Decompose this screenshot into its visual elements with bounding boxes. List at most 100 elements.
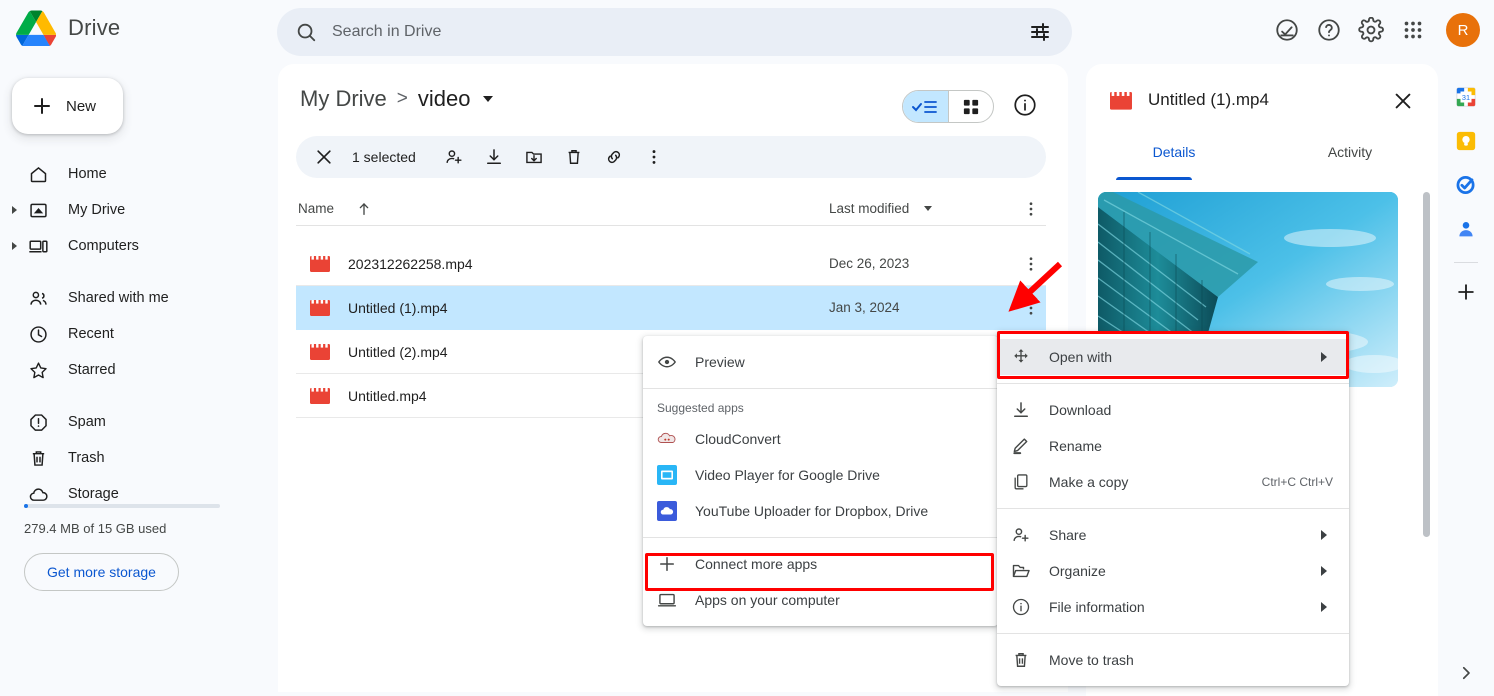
menu-item-move-to-trash[interactable]: Move to trash bbox=[997, 642, 1349, 678]
details-header: Untitled (1).mp4 bbox=[1086, 64, 1438, 138]
sidebar-nav: Home My Drive Computers Shared with me R… bbox=[0, 156, 248, 512]
google-contacts-icon[interactable] bbox=[1455, 218, 1477, 240]
add-addon-icon[interactable] bbox=[1455, 281, 1477, 303]
menu-item-organize[interactable]: Organize bbox=[997, 553, 1349, 589]
column-header-name[interactable]: Name bbox=[298, 201, 334, 216]
menu-item-label: Rename bbox=[1049, 438, 1102, 454]
menu-item-shortcut: Ctrl+C Ctrl+V bbox=[1261, 475, 1333, 489]
menu-item-preview[interactable]: Preview bbox=[643, 344, 998, 380]
link-icon[interactable] bbox=[596, 139, 632, 175]
sidebar-item-starred[interactable]: Starred bbox=[0, 352, 248, 388]
menu-item-label: Download bbox=[1049, 402, 1112, 418]
storage-progress-bar bbox=[24, 504, 220, 508]
menu-divider bbox=[997, 508, 1349, 509]
table-row[interactable]: Untitled (1).mp4 Jan 3, 2024 bbox=[296, 286, 1046, 330]
clock-icon bbox=[28, 324, 49, 345]
download-icon bbox=[1011, 400, 1031, 420]
sidebar: New Home My Drive Computers Shared with … bbox=[0, 64, 256, 696]
file-name: 202312262258.mp4 bbox=[348, 255, 473, 272]
new-button-label: New bbox=[66, 97, 97, 115]
tab-details[interactable]: Details bbox=[1086, 138, 1262, 180]
menu-item-make-a-copy[interactable]: Make a copy Ctrl+C Ctrl+V bbox=[997, 464, 1349, 500]
gear-icon[interactable] bbox=[1358, 16, 1384, 43]
row-more-vert-icon[interactable] bbox=[1022, 299, 1040, 317]
menu-item-label: Apps on your computer bbox=[695, 592, 840, 608]
search-bar[interactable] bbox=[277, 8, 1072, 56]
sidebar-item-shared-with-me[interactable]: Shared with me bbox=[0, 280, 248, 316]
sidebar-item-spam[interactable]: Spam bbox=[0, 404, 248, 440]
google-calendar-icon[interactable]: 31 bbox=[1455, 86, 1477, 108]
brand[interactable]: Drive bbox=[16, 10, 120, 47]
table-row[interactable]: 202312262258.mp4 Dec 26, 2023 bbox=[296, 242, 1046, 286]
menu-item-youtube-uploader[interactable]: YouTube Uploader for Dropbox, Drive bbox=[643, 493, 998, 529]
get-more-storage-button[interactable]: Get more storage bbox=[24, 553, 179, 591]
list-view-button[interactable] bbox=[903, 91, 948, 122]
row-more-vert-icon[interactable] bbox=[1022, 255, 1040, 273]
google-keep-icon[interactable] bbox=[1455, 130, 1477, 152]
clear-selection-icon[interactable] bbox=[306, 139, 342, 175]
sidebar-item-my-drive[interactable]: My Drive bbox=[0, 192, 248, 228]
column-header-last-modified[interactable]: Last modified bbox=[829, 201, 909, 216]
eye-icon bbox=[657, 352, 677, 372]
video-player-icon bbox=[657, 465, 677, 485]
trash-icon[interactable] bbox=[556, 139, 592, 175]
sidebar-item-label: Spam bbox=[68, 414, 106, 430]
info-icon[interactable] bbox=[1012, 92, 1038, 118]
menu-item-rename[interactable]: Rename bbox=[997, 428, 1349, 464]
breadcrumb-my-drive[interactable]: My Drive bbox=[300, 86, 387, 112]
rename-icon bbox=[1011, 436, 1031, 456]
expand-side-panel-icon[interactable] bbox=[1457, 664, 1475, 682]
new-button[interactable]: New bbox=[12, 78, 123, 134]
menu-item-share[interactable]: Share bbox=[997, 517, 1349, 553]
avatar[interactable]: R bbox=[1446, 13, 1480, 47]
menu-item-connect-more-apps[interactable]: Connect more apps bbox=[643, 546, 998, 582]
drive-icon bbox=[28, 200, 49, 221]
storage-section: 279.4 MB of 15 GB used Get more storage bbox=[24, 504, 234, 591]
chevron-right-icon[interactable] bbox=[12, 242, 17, 250]
sidebar-item-recent[interactable]: Recent bbox=[0, 316, 248, 352]
details-tabs: Details Activity bbox=[1086, 138, 1438, 180]
menu-item-video-player[interactable]: Video Player for Google Drive bbox=[643, 457, 998, 493]
details-scrollbar[interactable] bbox=[1423, 192, 1430, 537]
menu-item-apps-on-your-computer[interactable]: Apps on your computer bbox=[643, 582, 998, 618]
sidebar-item-label: Home bbox=[68, 166, 107, 182]
sidebar-item-computers[interactable]: Computers bbox=[0, 228, 248, 264]
menu-item-open-with[interactable]: Open with bbox=[997, 339, 1349, 375]
top-bar-actions: R bbox=[1274, 13, 1480, 47]
chevron-right-icon[interactable] bbox=[12, 206, 17, 214]
menu-item-file-information[interactable]: File information bbox=[997, 589, 1349, 625]
column-options-icon[interactable] bbox=[1022, 200, 1040, 218]
google-drive-logo bbox=[16, 10, 57, 47]
share-icon[interactable] bbox=[436, 139, 472, 175]
move-to-folder-icon[interactable] bbox=[516, 139, 552, 175]
menu-item-cloudconvert[interactable]: CloudConvert bbox=[643, 421, 998, 457]
chevron-down-icon[interactable] bbox=[483, 96, 494, 102]
trash-icon bbox=[1011, 650, 1031, 670]
sidebar-item-trash[interactable]: Trash bbox=[0, 440, 248, 476]
google-tasks-icon[interactable] bbox=[1455, 174, 1477, 196]
help-icon[interactable] bbox=[1316, 17, 1342, 43]
sidebar-item-home[interactable]: Home bbox=[0, 156, 248, 192]
sidebar-item-label: Computers bbox=[68, 238, 139, 254]
activity-status-icon[interactable] bbox=[1274, 17, 1300, 43]
tab-activity[interactable]: Activity bbox=[1262, 138, 1438, 180]
chevron-down-icon[interactable] bbox=[924, 206, 932, 211]
open-with-submenu: Preview Suggested apps CloudConvert Vide… bbox=[643, 336, 998, 626]
more-vert-icon[interactable] bbox=[636, 139, 672, 175]
close-icon[interactable] bbox=[1392, 90, 1414, 112]
apps-grid-icon[interactable] bbox=[1400, 17, 1426, 43]
menu-item-label: Video Player for Google Drive bbox=[695, 467, 880, 483]
open-with-icon bbox=[1011, 347, 1031, 367]
sort-arrow-up-icon[interactable] bbox=[356, 201, 372, 217]
grid-view-button[interactable] bbox=[947, 91, 994, 122]
video-file-icon bbox=[310, 343, 330, 360]
top-bar: Drive Search in Drive R bbox=[0, 0, 1494, 64]
download-icon[interactable] bbox=[476, 139, 512, 175]
submenu-arrow-icon bbox=[1321, 352, 1327, 362]
menu-item-download[interactable]: Download bbox=[997, 392, 1349, 428]
search-input[interactable] bbox=[332, 23, 1028, 41]
search-options-icon[interactable] bbox=[1028, 20, 1052, 44]
video-file-icon bbox=[310, 255, 330, 272]
submenu-arrow-icon bbox=[1321, 530, 1327, 540]
breadcrumb-current-folder[interactable]: video bbox=[418, 86, 471, 112]
